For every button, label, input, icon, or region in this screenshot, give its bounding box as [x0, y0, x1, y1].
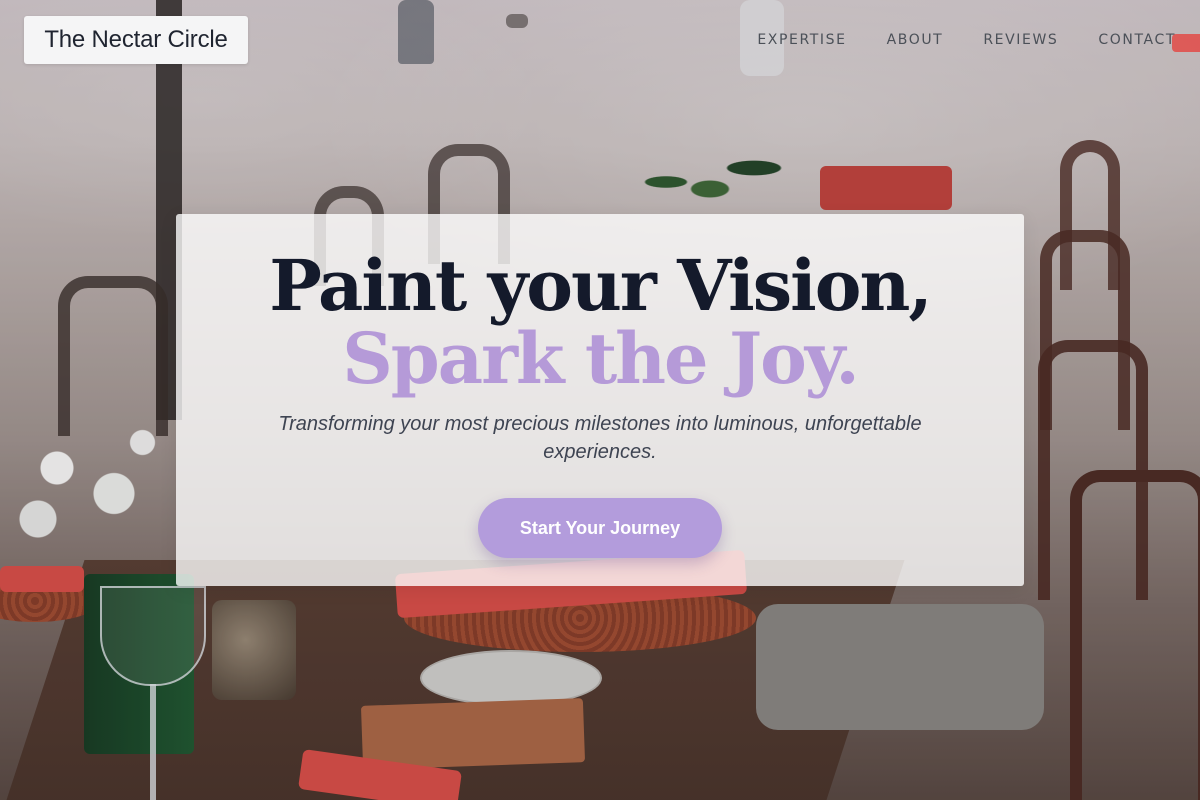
hero-headline-line2: Spark the Joy. — [342, 317, 860, 400]
hero-headline-line1: Paint your Vision, — [269, 244, 932, 327]
nav-link-expertise[interactable]: EXPERTISE — [757, 30, 846, 50]
site-logo[interactable]: The Nectar Circle — [24, 16, 248, 64]
hero-subtitle: Transforming your most precious mileston… — [278, 413, 922, 463]
nav-accent-shape — [1172, 34, 1200, 52]
main-nav: EXPERTISE ABOUT REVIEWS CONTACT — [757, 30, 1176, 50]
logo-text: The Nectar Circle — [44, 26, 228, 53]
nav-link-contact[interactable]: CONTACT — [1098, 30, 1176, 50]
hero-card: Paint your Vision, Spark the Joy. Transf… — [176, 214, 1024, 586]
nav-link-reviews[interactable]: REVIEWS — [983, 30, 1058, 50]
nav-link-about[interactable]: ABOUT — [887, 30, 944, 50]
start-journey-button[interactable]: Start Your Journey — [478, 498, 722, 558]
